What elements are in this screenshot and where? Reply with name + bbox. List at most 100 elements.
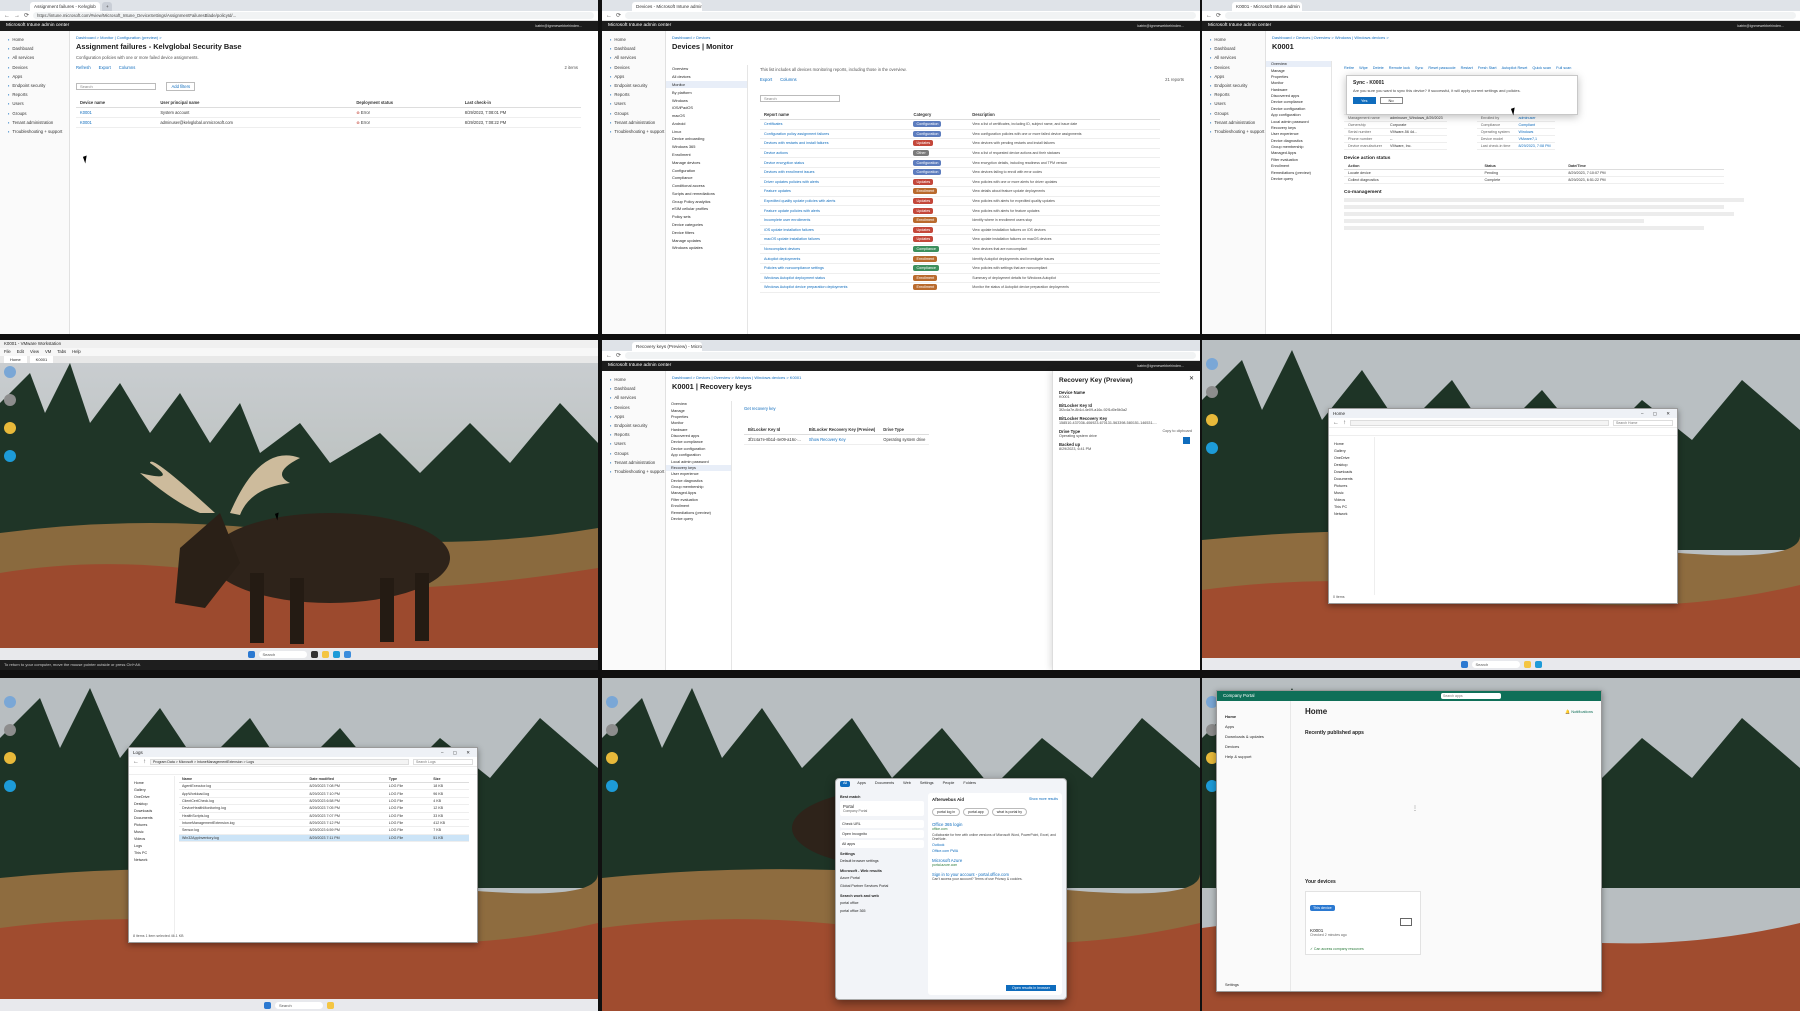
table-row[interactable]: Driver updates policies with alerts Updat… [760,177,1160,188]
web-item[interactable]: Global Partner Services Portal [840,882,924,890]
refresh-icon[interactable]: ⟳ [616,12,621,19]
sidenav-item[interactable]: All services [602,393,665,402]
monitor-nav-item[interactable]: Scripts and remediations [666,190,747,198]
portal-settings[interactable]: Settings [1219,983,1239,987]
browser-tab[interactable]: Devices - Microsoft Intune admin [632,2,702,11]
settings-icon[interactable] [606,724,618,736]
no-button[interactable]: No [1379,97,1403,104]
monitor-nav-item[interactable]: Linux [666,127,747,135]
device-action-button[interactable]: Autopilot Reset [1502,66,1528,70]
monitor-nav-item[interactable]: Windows [666,96,747,104]
explorer-nav-item[interactable]: Network [129,856,174,863]
explorer-icon[interactable] [1523,660,1531,668]
sidenav-item[interactable]: Tenant administration [1202,118,1265,127]
report-name-link[interactable]: Devices with enrollment issues [760,167,910,178]
portal-nav-item[interactable]: Help & support [1217,751,1290,761]
sidenav-item[interactable]: Endpoint security [602,421,665,430]
explorer-nav-item[interactable]: Downloads [1329,468,1374,475]
table-row[interactable]: Windows Autopilot device preparation dep… [760,282,1160,293]
monitor-nav-item[interactable]: All devices [666,73,747,81]
explorer-nav-item[interactable]: Videos [1329,496,1374,503]
sidenav-item[interactable]: Tenant administration [602,458,665,467]
device-action-button[interactable]: Quick scan [1532,66,1551,70]
explorer-nav-item[interactable]: Music [129,828,174,835]
table-row[interactable]: K0001 adminuser@kelvglobal.onmicrosoft.c… [76,117,581,128]
sidenav-item[interactable]: Groups [602,109,665,118]
breadcrumb[interactable]: Dashboard > Devices | Overview > Windows… [1272,35,1794,40]
explorer-nav-item[interactable]: Desktop [1329,461,1374,468]
browser-tab[interactable]: K0001 - Microsoft Intune admin [1232,2,1302,11]
search-tab[interactable]: Apps [855,781,868,787]
sidenav-item[interactable]: Apps [0,72,69,81]
explorer-nav-item[interactable]: Pictures [1329,482,1374,489]
explorer-nav-item[interactable]: Desktop [129,800,174,807]
sidenav-item[interactable]: Tenant administration [0,118,69,127]
explorer-icon[interactable] [321,650,329,658]
explorer-nav-item[interactable]: Pictures [129,821,174,828]
report-name-link[interactable]: Expedited quality update policies with a… [760,196,910,207]
columns-button[interactable]: Columns [119,65,136,70]
open-in-browser-button[interactable]: Open results in browser [1006,985,1056,991]
monitor-nav-item[interactable]: macOS [666,112,747,120]
file-row[interactable]: DeviceHealthMonitoring.log 8/29/2023 7:05… [179,804,469,813]
report-name-link[interactable]: Device encryption status [760,157,910,168]
sidenav-item[interactable]: Reports [0,90,69,99]
device-link[interactable]: K0001 [76,117,157,128]
file-row[interactable]: ClientCertCheck.log 8/29/2023 6:58 PM LOG … [179,797,469,806]
monitor-nav-item[interactable]: Group Policy analytics [666,197,747,205]
sidenav-item[interactable]: Devices [1202,63,1265,72]
search-left-item[interactable]: Open Incognito [840,830,924,838]
table-row[interactable]: Certificates Configuration View a list of … [760,119,1160,130]
explorer-nav-item[interactable]: Gallery [1329,447,1374,454]
file-row[interactable]: AppWorkload.log 8/29/2023 7:10 PM LOG File… [179,789,469,798]
explorer-nav-item[interactable]: This PC [1329,503,1374,510]
search-tab[interactable]: Web [901,781,913,787]
chrome-icon[interactable] [606,752,618,764]
portal-nav-item[interactable]: Home [1217,711,1290,721]
settings-item[interactable]: Default browser settings [840,857,924,865]
sidenav-item[interactable]: Tenant administration [602,118,665,127]
report-name-link[interactable]: Noncompliant devices [760,244,910,255]
taskview-icon[interactable] [310,650,318,658]
up-icon[interactable]: ↑ [143,759,146,765]
report-name-link[interactable]: Incomplete user enrollments [760,215,910,226]
monitor-nav-item[interactable]: Overview [666,65,747,73]
explorer-nav-item[interactable]: Downloads [129,807,174,814]
recycle-bin-icon[interactable] [606,696,618,708]
device-action-button[interactable]: Delete [1373,66,1384,70]
device-action-button[interactable]: Remote lock [1389,66,1410,70]
copy-icon[interactable] [1183,437,1190,444]
report-name-link[interactable]: Policies with noncompliance settings [760,263,910,274]
columns-button[interactable]: Columns [780,77,797,82]
sidenav-item[interactable]: Devices [602,63,665,72]
monitor-nav-item[interactable]: Device categories [666,221,747,229]
sidenav-item[interactable]: Groups [602,449,665,458]
menu-vm[interactable]: VM [45,348,51,356]
search-chip[interactable]: what is portal by [991,808,1027,816]
browser-new-tab[interactable]: + [102,2,112,11]
report-name-link[interactable]: Driver updates policies with alerts [760,177,910,188]
table-row[interactable]: Devices with enrollment issues Configurat… [760,167,1160,178]
device-card[interactable]: This device K0001 Checked 2 minutes ago … [1305,891,1421,955]
chrome-icon[interactable] [4,752,16,764]
file-row[interactable]: HealthScripts.log 8/29/2023 7:07 PM LOG Fi… [179,812,469,820]
device-action-button[interactable]: Full scan [1556,66,1571,70]
report-name-link[interactable]: Windows Autopilot device preparation dep… [760,282,910,293]
sidenav-item[interactable]: Apps [1202,72,1265,81]
vm-tab-home[interactable]: Home [4,356,27,363]
start-icon[interactable] [247,650,255,658]
report-name-link[interactable]: Device actions [760,148,910,159]
monitor-nav-item[interactable]: Windows 365 [666,143,747,151]
device-action-button[interactable]: Retire [1344,66,1354,70]
sidenav-item[interactable]: Dashboard [602,44,665,53]
show-key-link[interactable]: Show Recovery Key [804,434,880,445]
report-name-link[interactable]: Windows Autopilot deployment status [760,273,910,284]
monitor-nav-item[interactable]: Conditional access [666,182,747,190]
search-left-item[interactable]: Check URL [840,820,924,828]
sidenav-item[interactable]: Users [602,439,665,448]
account-name[interactable]: katrin@ignmewebbehinden... [535,21,598,31]
back-icon[interactable]: ← [606,13,612,19]
start-icon[interactable] [1460,660,1468,668]
window-controls[interactable]: – ▢ ✕ [1641,409,1677,418]
sidenav-item[interactable]: Home [602,35,665,44]
